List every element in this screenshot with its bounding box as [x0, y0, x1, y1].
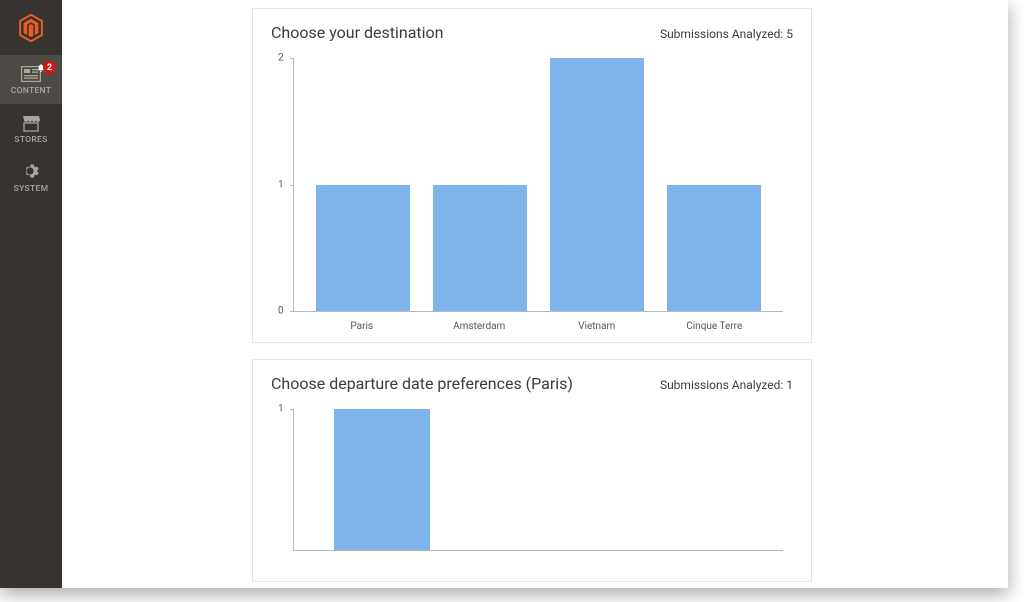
bar-slot: [421, 58, 538, 311]
submissions-count: Submissions Analyzed: 1: [660, 378, 793, 392]
badge-count: 2: [43, 61, 56, 74]
y-tick-label: 1: [278, 179, 284, 190]
sidebar-item-label: CONTENT: [11, 86, 52, 96]
card-destination: Choose your destination Submissions Anal…: [252, 8, 812, 343]
chart-plot: 012: [293, 58, 783, 312]
card-title: Choose departure date preferences (Paris…: [271, 374, 573, 393]
card-header: Choose your destination Submissions Anal…: [253, 9, 811, 52]
sidebar-item-stores[interactable]: STORES: [0, 104, 62, 153]
logo[interactable]: [0, 0, 62, 55]
y-tick-mark: [290, 311, 294, 312]
bar-slot: [304, 58, 421, 311]
x-label: Vietnam: [538, 321, 656, 332]
sidebar-item-system[interactable]: SYSTEM: [0, 153, 62, 202]
bar: [550, 58, 644, 311]
main-content: Choose your destination Submissions Anal…: [62, 0, 1008, 588]
notification-badge[interactable]: 2: [36, 61, 56, 74]
sidebar-item-label: STORES: [14, 135, 47, 145]
chart-bars: [294, 58, 783, 311]
chart-destination: 012 ParisAmsterdamVietnamCinque Terre: [253, 52, 811, 342]
chart-departure: 1: [253, 403, 811, 581]
x-label: Cinque Terre: [656, 321, 774, 332]
bar: [667, 185, 761, 312]
chart-bars: [294, 409, 783, 550]
card-departure: Choose departure date preferences (Paris…: [252, 359, 812, 582]
y-tick-label: 0: [278, 306, 284, 317]
y-tick-mark: [290, 185, 294, 186]
bar-slot: [617, 409, 773, 550]
bar-slot: [539, 58, 656, 311]
bar: [316, 185, 410, 312]
x-label: Paris: [303, 321, 421, 332]
magento-logo-icon: [17, 14, 45, 42]
y-tick-mark: [290, 58, 294, 59]
app-shell: CONTENT 2 STORES SYSTEM Choose your dest…: [0, 0, 1008, 588]
bar-slot: [460, 409, 616, 550]
y-tick-label: 1: [278, 404, 284, 415]
system-icon: [20, 163, 42, 181]
card-header: Choose departure date preferences (Paris…: [253, 360, 811, 403]
stores-icon: [20, 114, 42, 132]
chart-plot: 1: [293, 409, 783, 551]
bar: [433, 185, 527, 312]
bar-slot: [304, 409, 460, 550]
submissions-count: Submissions Analyzed: 5: [660, 27, 793, 41]
bar: [334, 409, 430, 550]
cards-wrap: Choose your destination Submissions Anal…: [252, 0, 1008, 582]
y-tick-mark: [290, 409, 294, 410]
sidebar: CONTENT 2 STORES SYSTEM: [0, 0, 62, 588]
card-title: Choose your destination: [271, 23, 444, 42]
sidebar-item-content[interactable]: CONTENT 2: [0, 55, 62, 104]
chart-x-labels: ParisAmsterdamVietnamCinque Terre: [293, 321, 783, 332]
y-tick-label: 2: [278, 53, 284, 64]
bar-slot: [656, 58, 773, 311]
x-label: Amsterdam: [421, 321, 539, 332]
sidebar-item-label: SYSTEM: [14, 184, 49, 194]
